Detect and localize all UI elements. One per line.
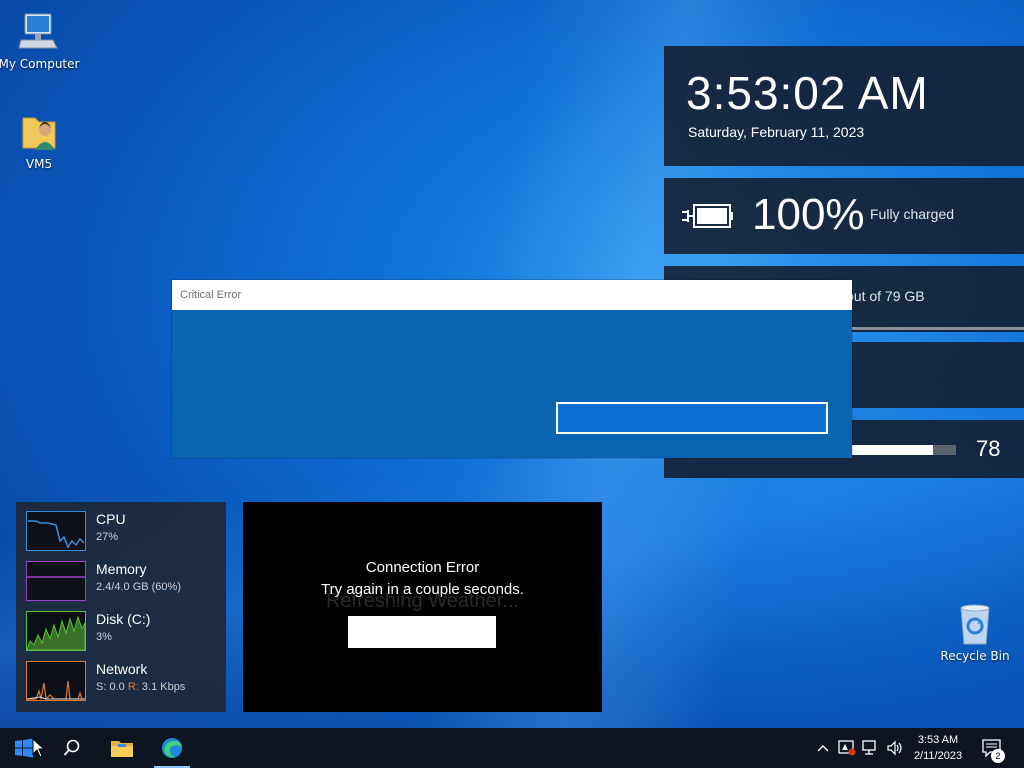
battery-gadget: 100% Fully charged: [664, 178, 1024, 254]
dialog-title: Critical Error: [172, 280, 852, 310]
search-button[interactable]: [48, 728, 96, 768]
dialog-button[interactable]: [556, 402, 828, 434]
edge-button[interactable]: [148, 728, 196, 768]
memory-value: 2.4/4.0 GB (60%): [96, 581, 181, 593]
network-row: Network S: 0.0 R: 3.1 Kbps: [26, 661, 222, 701]
computer-icon: [18, 13, 58, 49]
memory-label: Memory: [96, 561, 147, 577]
security-warning-icon: [838, 740, 856, 756]
clock-date: Saturday, February 11, 2023: [688, 124, 865, 140]
network-icon: [862, 740, 876, 755]
network-label: Network: [96, 661, 148, 677]
weather-error-message: Try again in a couple seconds.: [321, 581, 524, 598]
performance-gadget: CPU 27% Memory 2.4/4.0 GB (60%) Disk (C:…: [16, 502, 226, 712]
clock-time: 3:53:02 AM: [686, 67, 929, 119]
cpu-value: 27%: [96, 531, 119, 543]
disk-graph: [26, 611, 86, 651]
receive-label: R:: [127, 681, 139, 693]
chevron-up-icon: [817, 745, 829, 752]
cpu-row: CPU 27%: [26, 511, 222, 551]
volume-tray-button[interactable]: [885, 738, 905, 758]
desktop-icon-label: My Computer: [0, 57, 80, 71]
desktop-icon-label: Recycle Bin: [940, 649, 1010, 663]
receive-value: 3.1 Kbps: [141, 681, 186, 693]
file-explorer-icon: [111, 741, 133, 757]
desktop-icon-my-computer[interactable]: My Computer: [0, 10, 81, 71]
start-icon: [15, 738, 33, 758]
disk-row: Disk (C:) 3%: [26, 611, 222, 651]
recycle-bin-icon: [960, 604, 990, 645]
network-tray-button[interactable]: [861, 738, 881, 758]
memory-row: Memory 2.4/4.0 GB (60%): [26, 561, 222, 601]
desktop-icon-vm5[interactable]: VM5: [0, 110, 81, 171]
edge-icon: [162, 738, 182, 758]
cpu-graph: [26, 511, 86, 551]
start-button[interactable]: [0, 728, 48, 768]
weather-gadget: Refreshing Weather... Connection Error T…: [243, 502, 602, 712]
battery-charging-icon: [682, 204, 733, 228]
network-value: S: 0.0 R: 3.1 Kbps: [96, 681, 185, 693]
tray-date: 2/11/2023: [913, 750, 963, 762]
send-value: 0.0: [109, 681, 125, 693]
desktop-icon-recycle-bin[interactable]: Recycle Bin: [933, 602, 1017, 663]
disk-label: Disk (C:): [96, 611, 151, 627]
taskbar: 3:53 AM 2/11/2023: [0, 728, 1024, 768]
tray-time: 3:53 AM: [917, 734, 959, 746]
battery-percent: 100%: [752, 190, 865, 239]
volume-value: 78: [976, 436, 1001, 461]
clock-gadget: 3:53:02 AM Saturday, February 11, 2023: [664, 46, 1024, 166]
user-folder-icon: [22, 117, 56, 150]
memory-graph: [26, 561, 86, 601]
disk-value: 3%: [96, 631, 112, 643]
critical-error-dialog: Critical Error: [172, 280, 852, 458]
send-label: S:: [96, 681, 107, 693]
speaker-icon: [887, 740, 902, 756]
search-icon: [63, 739, 80, 756]
defender-tray-button[interactable]: [837, 738, 857, 758]
volume-slider[interactable]: [850, 445, 956, 455]
tray-clock[interactable]: 3:53 AM 2/11/2023: [906, 732, 970, 764]
show-hidden-icons-button[interactable]: [813, 738, 833, 758]
mouse-cursor-icon: [32, 738, 46, 758]
weather-error-title: Connection Error: [365, 559, 480, 576]
desktop-icon-label: VM5: [25, 157, 53, 171]
network-graph: [26, 661, 86, 701]
storage-capacity-text: out of 79 GB: [846, 288, 925, 304]
battery-status: Fully charged: [870, 206, 955, 222]
volume-slider-fill: [850, 445, 933, 455]
notification-count-badge: 2: [991, 749, 1005, 763]
file-explorer-button[interactable]: [98, 728, 146, 768]
weather-retry-button[interactable]: [348, 616, 496, 648]
cpu-label: CPU: [96, 511, 126, 527]
